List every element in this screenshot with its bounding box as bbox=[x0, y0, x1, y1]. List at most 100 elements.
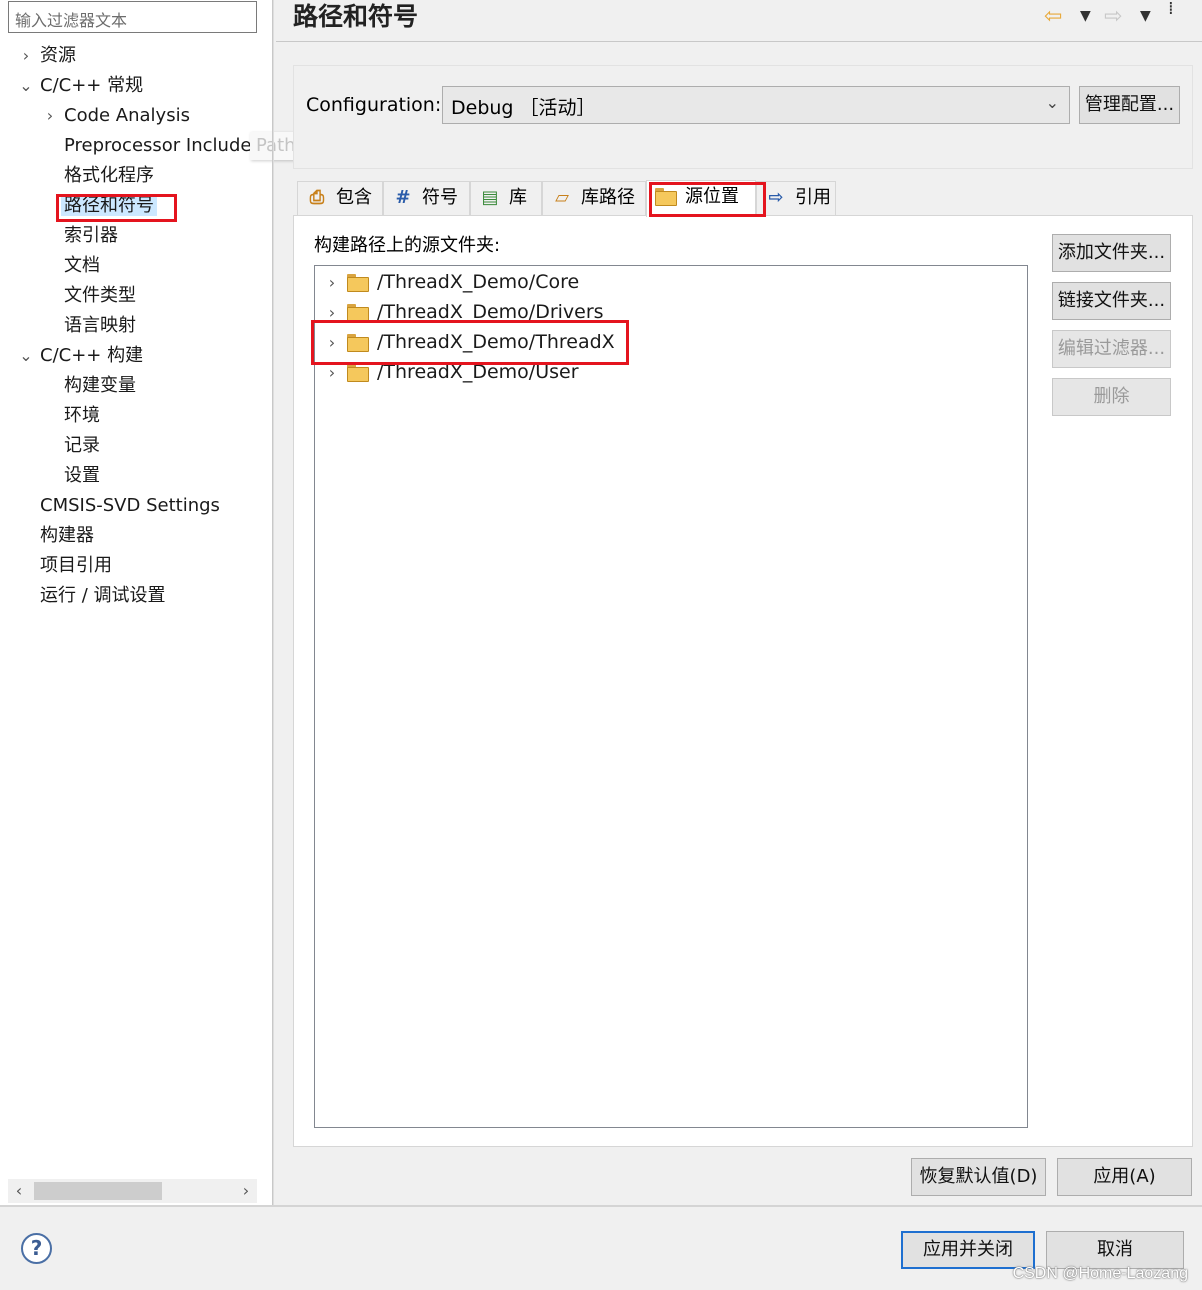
source-folder-path: /ThreadX_Demo/ThreadX bbox=[377, 331, 615, 353]
list-item[interactable]: › /ThreadX_Demo/ThreadX bbox=[325, 327, 615, 357]
chevron-down-icon[interactable]: ⌄ bbox=[1046, 93, 1059, 112]
tree-item-label: 文件类型 bbox=[64, 285, 136, 306]
tree-item-formatter[interactable]: 格式化程序 bbox=[64, 161, 154, 191]
configuration-select[interactable]: Debug ［活动］ ⌄ bbox=[442, 86, 1070, 124]
tree-item-build-variables[interactable]: 构建变量 bbox=[64, 371, 136, 401]
manage-configurations-button[interactable]: 管理配置... bbox=[1079, 86, 1180, 124]
back-arrow-icon[interactable]: ⇦ bbox=[1044, 4, 1062, 29]
source-folder-path: /ThreadX_Demo/User bbox=[377, 361, 579, 383]
horizontal-scrollbar[interactable]: ‹ › bbox=[8, 1179, 257, 1203]
tab-libraries[interactable]: ▤ 库 bbox=[470, 181, 542, 215]
edit-filter-button[interactable]: 编辑过滤器... bbox=[1052, 330, 1171, 368]
tree-item-documentation[interactable]: 文档 bbox=[64, 251, 100, 281]
tree-item-label: 记录 bbox=[64, 435, 100, 456]
source-folders-label: 构建路径上的源文件夹: bbox=[314, 235, 501, 256]
tree-item-run-debug[interactable]: 运行 / 调试设置 bbox=[40, 581, 166, 611]
apply-button[interactable]: 应用(A) bbox=[1057, 1158, 1192, 1196]
configuration-label: Configuration: bbox=[306, 94, 442, 116]
source-folder-icon bbox=[655, 181, 677, 213]
tree-item-label: Preprocessor Include bbox=[64, 135, 252, 156]
chevron-down-icon[interactable]: ⌄ bbox=[18, 341, 34, 371]
tree-item-label: 语言映射 bbox=[64, 315, 136, 336]
tree-item-project-references[interactable]: 项目引用 bbox=[40, 551, 112, 581]
forward-arrow-icon[interactable]: ⇨ bbox=[1104, 4, 1122, 29]
scrollbar-thumb[interactable] bbox=[34, 1182, 162, 1200]
library-icon: ▤ bbox=[481, 187, 499, 208]
restore-defaults-button[interactable]: 恢复默认值(D) bbox=[911, 1158, 1046, 1196]
source-folder-path: /ThreadX_Demo/Drivers bbox=[377, 301, 604, 323]
tree-item-environment[interactable]: 环境 bbox=[64, 401, 100, 431]
tree-item-preprocessor-include[interactable]: Preprocessor Include bbox=[64, 131, 251, 161]
tab-symbols[interactable]: # 符号 bbox=[383, 181, 470, 215]
folder-icon bbox=[347, 304, 369, 322]
tab-references[interactable]: ⇨ 引用 bbox=[756, 181, 836, 215]
reference-icon: ⇨ bbox=[768, 187, 784, 208]
tree-item-paths-and-symbols[interactable]: 路径和符号 bbox=[61, 191, 157, 221]
folder-icon bbox=[347, 364, 369, 382]
tree-item-code-analysis[interactable]: › Code Analysis bbox=[42, 101, 190, 131]
tree-item-label: 格式化程序 bbox=[64, 165, 154, 186]
tree-item-label: 构建器 bbox=[40, 525, 94, 546]
help-icon[interactable]: ? bbox=[21, 1233, 52, 1264]
configuration-value: Debug ［活动］ bbox=[451, 97, 596, 119]
cancel-button[interactable]: 取消 bbox=[1046, 1231, 1184, 1269]
tab-label: 符号 bbox=[422, 187, 458, 208]
apply-and-close-button[interactable]: 应用并关闭 bbox=[901, 1231, 1035, 1269]
folder-icon bbox=[347, 334, 369, 352]
filter-input[interactable]: 输入过滤器文本 bbox=[8, 1, 257, 33]
tree-item-label: 环境 bbox=[64, 405, 100, 426]
link-folder-button[interactable]: 链接文件夹... bbox=[1052, 282, 1171, 320]
tab-label: 包含 bbox=[336, 187, 372, 208]
tab-library-paths[interactable]: ▱ 库路径 bbox=[542, 181, 646, 215]
delete-button[interactable]: 删除 bbox=[1052, 378, 1171, 416]
scroll-left-icon[interactable]: ‹ bbox=[8, 1179, 30, 1203]
tree-item-label: C/C++ 构建 bbox=[40, 345, 144, 366]
watermark-text: CSDN @Home-Laozang bbox=[1012, 1265, 1188, 1282]
chevron-right-icon[interactable]: › bbox=[325, 268, 339, 298]
list-item[interactable]: › /ThreadX_Demo/User bbox=[325, 357, 579, 387]
chevron-right-icon[interactable]: › bbox=[18, 41, 34, 71]
folder-icon bbox=[347, 274, 369, 292]
tab-source-location[interactable]: 源位置 bbox=[646, 180, 756, 217]
tree-item-file-types[interactable]: 文件类型 bbox=[64, 281, 136, 311]
tree-item-label: 设置 bbox=[64, 465, 100, 486]
chevron-right-icon[interactable]: › bbox=[42, 101, 58, 131]
source-folder-path: /ThreadX_Demo/Core bbox=[377, 271, 580, 293]
tree-item-label: 索引器 bbox=[64, 225, 118, 246]
tree-item-resources[interactable]: › 资源 bbox=[18, 41, 76, 71]
tree-item-label: 资源 bbox=[40, 45, 76, 66]
chevron-down-icon[interactable]: ⌄ bbox=[18, 71, 34, 101]
tree-item-label: 构建变量 bbox=[64, 375, 136, 396]
tab-label: 库路径 bbox=[581, 187, 635, 208]
source-folder-tree[interactable]: › /ThreadX_Demo/Core › /ThreadX_Demo/Drive… bbox=[314, 265, 1028, 1128]
panel-divider[interactable] bbox=[272, 0, 274, 1205]
back-dropdown-icon[interactable]: ▼ bbox=[1080, 8, 1091, 24]
chevron-right-icon[interactable]: › bbox=[325, 298, 339, 328]
chevron-right-icon[interactable]: › bbox=[325, 328, 339, 358]
list-item[interactable]: › /ThreadX_Demo/Core bbox=[325, 267, 579, 297]
tree-item-label: 路径和符号 bbox=[61, 195, 157, 216]
tree-item-language-mappings[interactable]: 语言映射 bbox=[64, 311, 136, 341]
tree-item-settings[interactable]: 设置 bbox=[64, 461, 100, 491]
tree-item-label: CMSIS-SVD Settings bbox=[40, 495, 220, 516]
list-item[interactable]: › /ThreadX_Demo/Drivers bbox=[325, 297, 604, 327]
add-folder-button[interactable]: 添加文件夹... bbox=[1052, 234, 1171, 272]
tab-label: 库 bbox=[509, 187, 527, 208]
tab-label: 引用 bbox=[795, 187, 831, 208]
tree-item-logging[interactable]: 记录 bbox=[64, 431, 100, 461]
tree-item-cpp-build[interactable]: ⌄ C/C++ 构建 bbox=[18, 341, 143, 371]
chevron-right-icon[interactable]: › bbox=[325, 358, 339, 388]
tree-item-cmsis-svd[interactable]: CMSIS-SVD Settings bbox=[40, 491, 220, 521]
tree-item-label: 运行 / 调试设置 bbox=[40, 585, 166, 606]
page-title: 路径和符号 bbox=[293, 2, 419, 31]
tree-item-builders[interactable]: 构建器 bbox=[40, 521, 94, 551]
view-menu-icon[interactable]: ⁞ bbox=[1168, 0, 1174, 18]
library-path-icon: ▱ bbox=[555, 187, 569, 208]
tree-item-label: C/C++ 常规 bbox=[40, 75, 144, 96]
tree-item-indexer[interactable]: 索引器 bbox=[64, 221, 118, 251]
tree-item-label: 项目引用 bbox=[40, 555, 112, 576]
tree-item-cpp-general[interactable]: ⌄ C/C++ 常规 bbox=[18, 71, 143, 101]
forward-dropdown-icon[interactable]: ▼ bbox=[1140, 8, 1151, 24]
tab-includes[interactable]: ⎙ 包含 bbox=[297, 181, 383, 215]
scroll-right-icon[interactable]: › bbox=[235, 1179, 257, 1203]
